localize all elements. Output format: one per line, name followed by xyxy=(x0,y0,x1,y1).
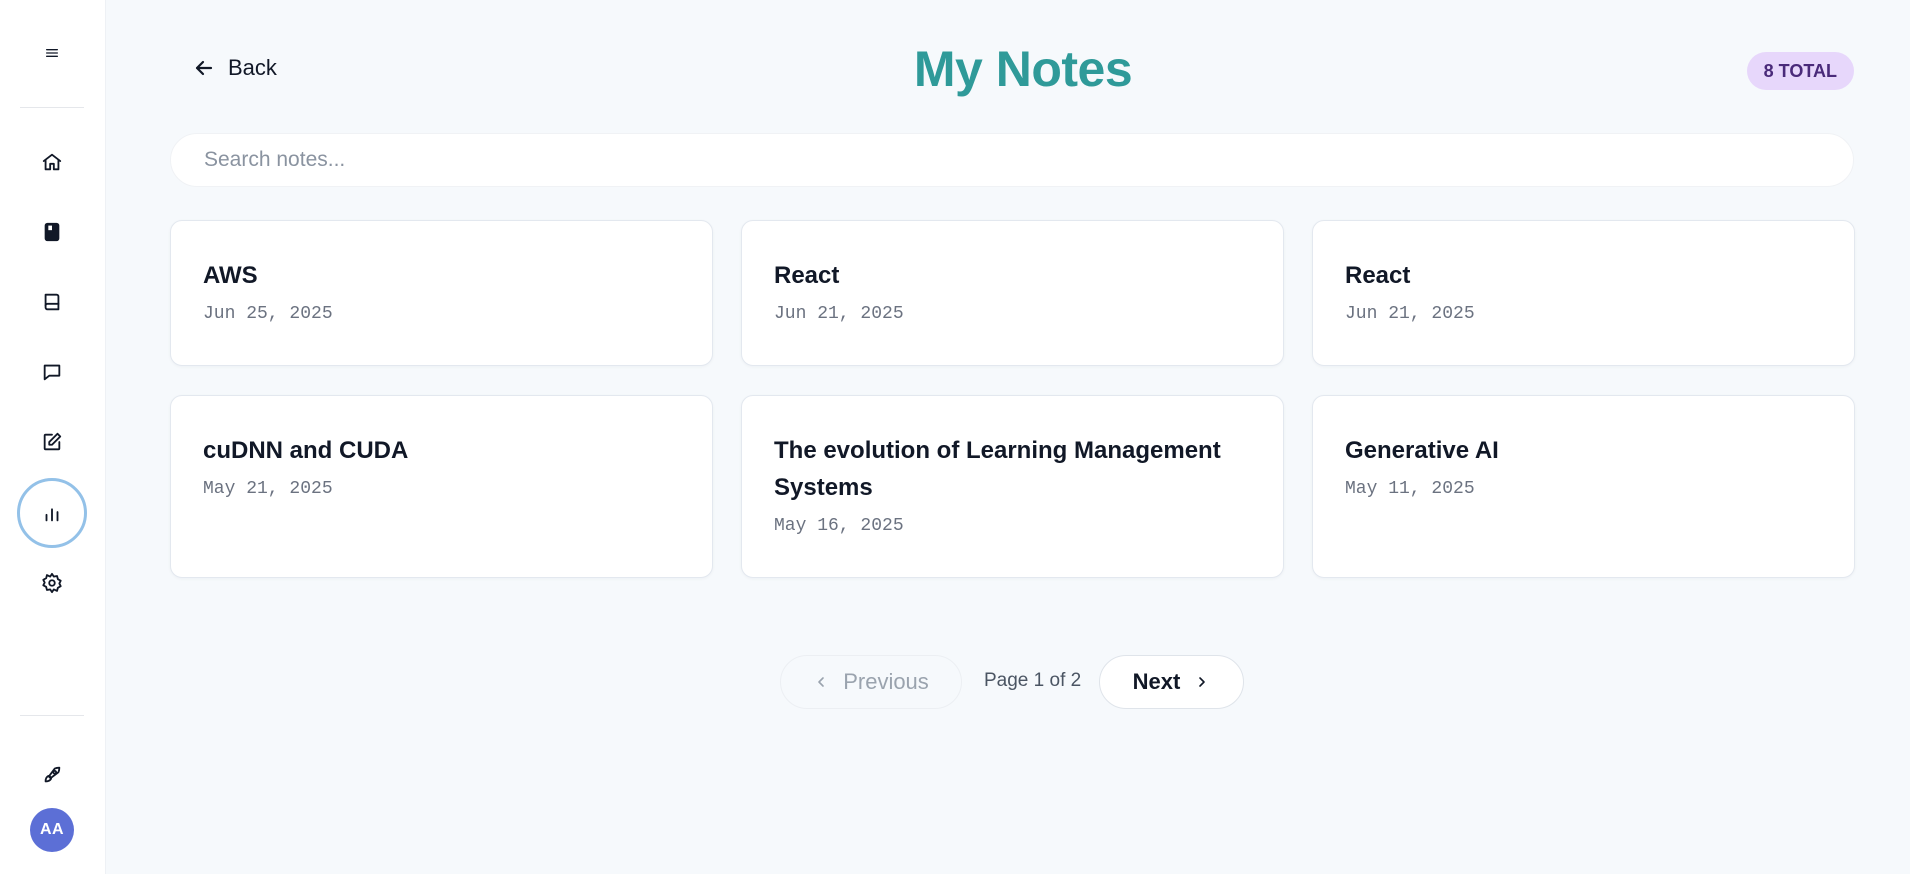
chevron-right-icon xyxy=(1199,677,1206,687)
sidebar-item-chat[interactable] xyxy=(24,344,80,400)
sidebar-item-analytics[interactable] xyxy=(17,478,87,548)
gear-icon xyxy=(42,572,62,594)
note-title: Generative AI xyxy=(1345,437,1499,464)
note-card[interactable]: AWS Jun 25, 2025 xyxy=(170,220,713,366)
next-label: Next xyxy=(1132,669,1181,694)
sidebar-divider xyxy=(20,715,84,716)
note-title: React xyxy=(774,262,840,289)
chat-icon xyxy=(43,364,61,381)
bar-chart-icon xyxy=(45,508,59,522)
previous-label: Previous xyxy=(843,669,929,694)
page-indicator: Page 1 of 2 xyxy=(984,670,1082,691)
note-date: May 11, 2025 xyxy=(1345,479,1475,499)
sidebar-item-book[interactable] xyxy=(24,274,80,330)
search-input[interactable] xyxy=(170,133,1854,187)
note-card[interactable]: React Jun 21, 2025 xyxy=(741,220,1284,366)
next-page-button[interactable]: Next xyxy=(1099,655,1244,709)
avatar[interactable]: AA xyxy=(30,808,74,852)
sidebar-item-home[interactable] xyxy=(24,134,80,190)
note-card[interactable]: Generative AI May 11, 2025 xyxy=(1312,395,1855,578)
rocket-icon xyxy=(44,766,61,783)
note-date: Jun 25, 2025 xyxy=(203,304,333,324)
note-card[interactable]: React Jun 21, 2025 xyxy=(1312,220,1855,366)
sidebar-divider xyxy=(20,107,84,108)
page-title: My Notes xyxy=(913,41,1133,97)
sidebar-item-settings[interactable] xyxy=(24,555,80,611)
note-date: May 21, 2025 xyxy=(203,479,333,499)
note-title: AWS xyxy=(203,262,258,289)
edit-icon xyxy=(43,432,62,451)
sidebar-item-notebook[interactable] xyxy=(24,204,80,260)
note-title: The evolution of Learning Management Sys… xyxy=(774,437,1221,501)
total-badge: 8 TOTAL xyxy=(1746,52,1854,90)
book-icon xyxy=(44,293,60,311)
home-icon xyxy=(42,153,62,171)
note-title: cuDNN and CUDA xyxy=(203,437,409,464)
note-title: React xyxy=(1345,262,1411,289)
note-date: Jun 21, 2025 xyxy=(1345,304,1475,324)
notebook-icon xyxy=(44,222,60,242)
chevron-left-icon xyxy=(818,677,825,687)
sidebar: AA xyxy=(0,0,106,874)
note-card[interactable]: cuDNN and CUDA May 21, 2025 xyxy=(170,395,713,578)
note-date: May 16, 2025 xyxy=(774,516,904,536)
note-card[interactable]: The evolution of Learning Management Sys… xyxy=(741,395,1284,578)
launch-button[interactable] xyxy=(24,747,80,803)
previous-page-button[interactable]: Previous xyxy=(780,655,962,709)
note-date: Jun 21, 2025 xyxy=(774,304,904,324)
sidebar-item-edit[interactable] xyxy=(24,414,80,470)
